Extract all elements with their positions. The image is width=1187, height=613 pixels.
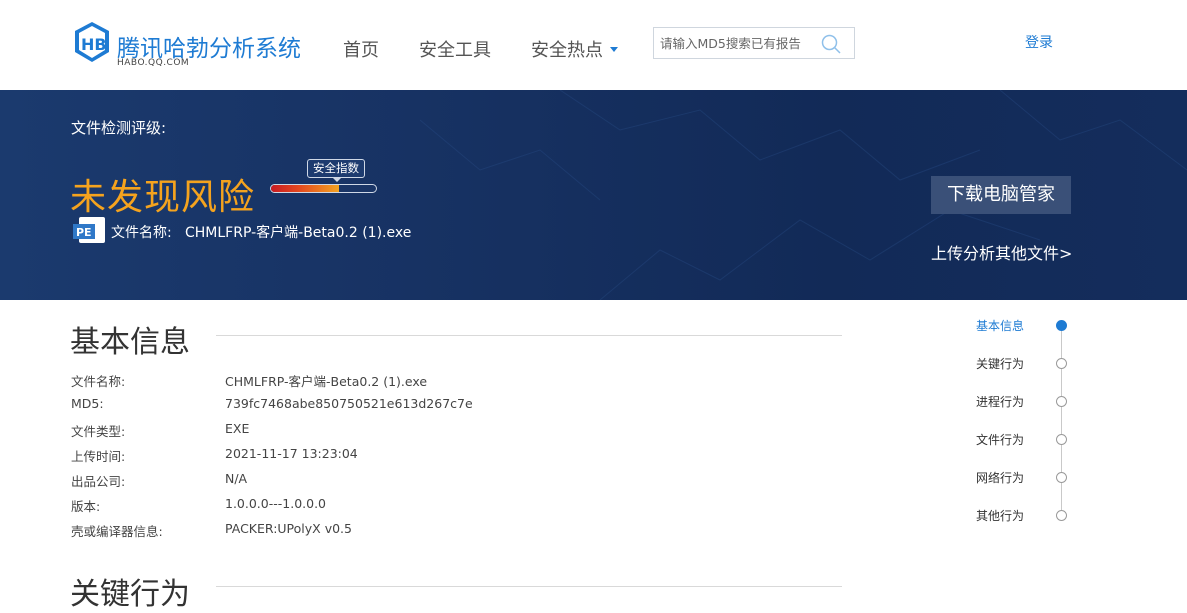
download-pc-manager-button[interactable]: 下载电脑管家	[931, 176, 1071, 214]
upload-other-file-link[interactable]: 上传分析其他文件>	[931, 240, 1072, 264]
svg-text:PE: PE	[76, 226, 92, 239]
file-name-value: CHMLFRP-客户端-Beta0.2 (1).exe	[185, 225, 412, 241]
nav-security-hotspots-label: 安全热点	[531, 40, 603, 61]
section-divider	[216, 335, 842, 336]
info-value: 739fc7468abe850750521e613d267c7e	[225, 396, 473, 411]
info-value: 1.0.0.0---1.0.0.0	[225, 496, 326, 511]
timeline-dot-active[interactable]	[1056, 320, 1067, 331]
info-key: 文件名称:	[71, 374, 126, 389]
section-divider	[216, 586, 842, 587]
timeline-item-process-behavior[interactable]: 进程行为	[976, 393, 1024, 410]
nav-security-hotspots[interactable]: 安全热点	[531, 36, 618, 62]
info-key: 上传时间:	[71, 449, 126, 464]
svg-text:HB: HB	[81, 35, 107, 54]
info-key: 版本:	[71, 499, 101, 514]
rating-label: 文件检测评级:	[71, 119, 167, 137]
main-nav: 首页 安全工具 安全热点	[343, 36, 658, 62]
info-key: 文件类型:	[71, 424, 126, 439]
nav-security-tools[interactable]: 安全工具	[419, 36, 491, 62]
info-key: MD5:	[71, 396, 104, 411]
nav-home-label: 首页	[343, 40, 379, 61]
safety-index-label: 安全指数	[307, 159, 365, 178]
safety-tag-pointer	[333, 178, 341, 182]
timeline-item-other-behavior[interactable]: 其他行为	[976, 507, 1024, 524]
timeline-item-key-behavior[interactable]: 关键行为	[976, 355, 1024, 372]
timeline-dot[interactable]	[1056, 396, 1067, 407]
habo-logo[interactable]: HB 腾讯哈勃分析系统 HABO.QQ.COM	[73, 21, 313, 71]
top-navbar: HB 腾讯哈勃分析系统 HABO.QQ.COM 首页 安全工具 安全热点 登录	[0, 0, 1187, 90]
file-name-label: 文件名称:	[111, 225, 172, 241]
timeline-track	[1061, 325, 1062, 515]
md5-search-box	[653, 27, 855, 59]
timeline-dot[interactable]	[1056, 358, 1067, 369]
timeline-dot[interactable]	[1056, 472, 1067, 483]
timeline-item-basic-info[interactable]: 基本信息	[976, 317, 1024, 334]
nav-security-tools-label: 安全工具	[419, 40, 491, 61]
habo-logo-icon: HB	[75, 22, 109, 62]
info-key: 壳或编译器信息:	[71, 524, 163, 539]
result-banner: 文件检测评级: 未发现风险 安全指数 PE 文件名称: CHMLFRP-客户端-…	[0, 90, 1187, 300]
info-value: PACKER:UPolyX v0.5	[225, 521, 352, 536]
info-value: CHMLFRP-客户端-Beta0.2 (1).exe	[225, 374, 428, 389]
timeline-item-file-behavior[interactable]: 文件行为	[976, 431, 1024, 448]
pe-file-icon: PE	[73, 217, 105, 243]
info-value: 2021-11-17 13:23:04	[225, 446, 358, 461]
timeline-dot[interactable]	[1056, 434, 1067, 445]
md5-search-input[interactable]	[654, 28, 824, 58]
timeline-item-network-behavior[interactable]: 网络行为	[976, 469, 1024, 486]
basic-info-title: 基本信息	[70, 325, 190, 360]
risk-result: 未发现风险	[70, 177, 256, 218]
safety-index-bar	[270, 184, 377, 193]
login-link[interactable]: 登录	[1025, 32, 1053, 52]
safety-index-fill	[271, 185, 340, 192]
key-behavior-title: 关键行为	[70, 577, 190, 612]
caret-down-icon	[610, 46, 618, 52]
timeline-dot[interactable]	[1056, 510, 1067, 521]
info-key: 出品公司:	[71, 474, 126, 489]
nav-home[interactable]: 首页	[343, 36, 379, 62]
search-icon[interactable]	[820, 33, 842, 55]
logo-subtitle: HABO.QQ.COM	[117, 58, 190, 68]
info-value: EXE	[225, 421, 250, 436]
info-value: N/A	[225, 471, 248, 486]
